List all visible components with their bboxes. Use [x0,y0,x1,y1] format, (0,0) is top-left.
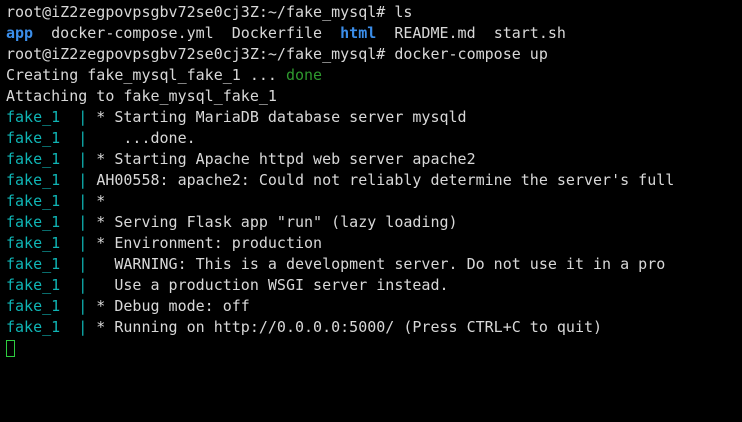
container-prefix: fake_1 | [6,150,88,168]
log-line: fake_1 | WARNING: This is a development … [6,254,742,275]
file-entry-docker-compose: docker-compose.yml [51,24,214,42]
log-message: ...done. [87,129,196,147]
command-text: ls [394,3,413,21]
creating-line: Creating fake_mysql_fake_1 ... done [6,65,742,86]
log-message: WARNING: This is a development server. D… [87,255,666,273]
file-entry-readme: README.md [394,24,476,42]
log-message: * Environment: production [87,234,323,252]
log-message: * Starting MariaDB database server mysql… [87,108,467,126]
file-entry-start-sh: start.sh [493,24,566,42]
terminal-window[interactable]: root@iZ2zegpovpsgbv72se0cj3Z:~/fake_mysq… [0,0,742,422]
log-line: fake_1 | * Starting MariaDB database ser… [6,107,742,128]
log-line: fake_1 | * Serving Flask app "run" (lazy… [6,212,742,233]
attaching-text: Attaching to fake_mysql_fake_1 [6,87,277,105]
log-message: * [87,192,106,210]
shell-prompt: root@iZ2zegpovpsgbv72se0cj3Z:~/fake_mysq… [6,3,386,21]
log-message: * Running on http://0.0.0.0:5000/ (Press… [87,318,603,336]
container-prefix: fake_1 | [6,255,88,273]
directory-entry-html: html [340,24,377,42]
shell-prompt: root@iZ2zegpovpsgbv72se0cj3Z:~/fake_mysq… [6,45,386,63]
log-line: fake_1 | ...done. [6,128,742,149]
ls-output-line: app docker-compose.yml Dockerfile html R… [6,23,742,44]
log-line: fake_1 | * Debug mode: off [6,296,742,317]
log-message: * Serving Flask app "run" (lazy loading) [87,213,458,231]
attaching-line: Attaching to fake_mysql_fake_1 [6,86,742,107]
text-cursor [6,340,15,357]
log-message: * Starting Apache httpd web server apach… [87,150,476,168]
container-prefix: fake_1 | [6,318,88,336]
log-line: fake_1 | * Environment: production [6,233,742,254]
log-line: fake_1 | * Starting Apache httpd web ser… [6,149,742,170]
prompt-line-ls: root@iZ2zegpovpsgbv72se0cj3Z:~/fake_mysq… [6,2,742,23]
container-prefix: fake_1 | [6,276,88,294]
creating-text: Creating fake_mysql_fake_1 ... [6,66,277,84]
container-prefix: fake_1 | [6,192,88,210]
container-prefix: fake_1 | [6,108,88,126]
log-line: fake_1 | Use a production WSGI server in… [6,275,742,296]
log-message: Use a production WSGI server instead. [87,276,449,294]
command-text: docker-compose up [394,45,548,63]
log-line: fake_1 | * Running on http://0.0.0.0:500… [6,317,742,338]
log-line: fake_1 | AH00558: apache2: Could not rel… [6,170,742,191]
prompt-line-compose: root@iZ2zegpovpsgbv72se0cj3Z:~/fake_mysq… [6,44,742,65]
container-prefix: fake_1 | [6,129,88,147]
log-line: fake_1 | * [6,191,742,212]
input-line[interactable] [6,338,742,359]
container-prefix: fake_1 | [6,213,88,231]
container-prefix: fake_1 | [6,297,88,315]
container-prefix: fake_1 | [6,171,88,189]
directory-entry-app: app [6,24,34,42]
container-prefix: fake_1 | [6,234,88,252]
file-entry-dockerfile: Dockerfile [231,24,323,42]
done-status: done [285,66,323,84]
log-message: AH00558: apache2: Could not reliably det… [96,171,675,189]
log-message: * Debug mode: off [87,297,250,315]
